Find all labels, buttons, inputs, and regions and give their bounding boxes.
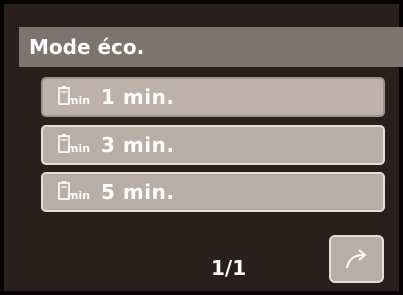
eco-mode-screen: Mode éco. min 1 min. min 3 min. min 5 mi… (0, 0, 403, 295)
page-indicator: 1/1 (211, 256, 247, 280)
back-button[interactable] (329, 235, 384, 283)
icon-unit-label: min (67, 94, 91, 107)
option-5-min[interactable]: min 5 min. (41, 172, 385, 212)
option-label: 3 min. (101, 133, 175, 157)
sleep-timer-icon: min (57, 180, 93, 204)
option-label: 5 min. (101, 180, 175, 204)
option-3-min[interactable]: min 3 min. (41, 125, 385, 165)
page-title: Mode éco. (29, 35, 145, 59)
sleep-timer-icon: min (57, 133, 93, 157)
icon-unit-label: min (67, 189, 91, 202)
option-label: 1 min. (101, 85, 175, 109)
return-arrow-icon (345, 249, 366, 269)
sleep-timer-icon: min (57, 85, 93, 109)
titlebar: Mode éco. (19, 27, 403, 67)
option-1-min[interactable]: min 1 min. (41, 77, 385, 117)
icon-unit-label: min (67, 142, 91, 155)
